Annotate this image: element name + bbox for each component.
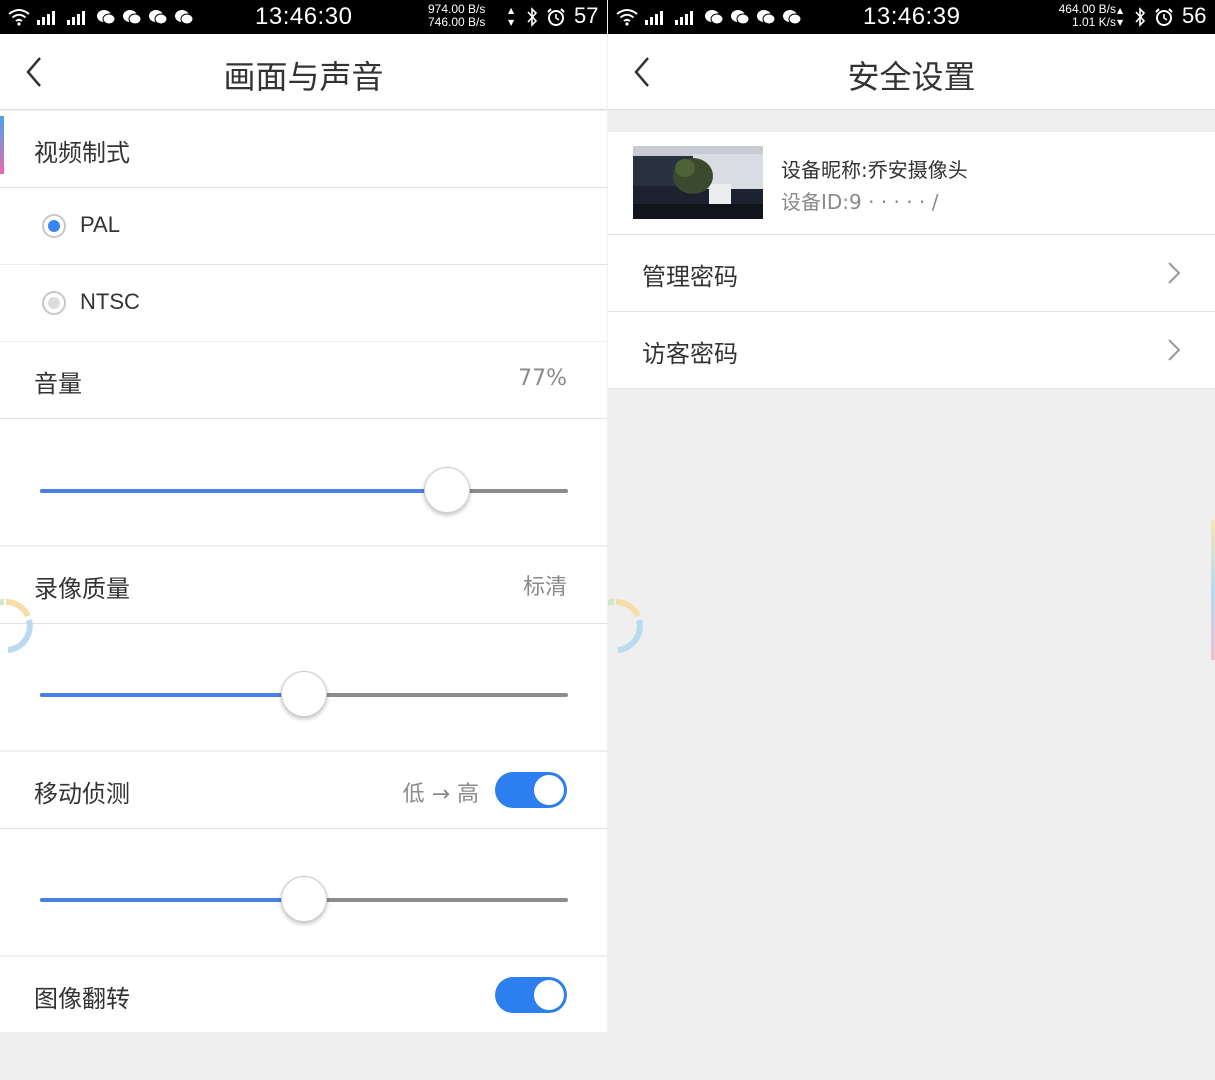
wechat-icon	[149, 10, 168, 25]
slider-thumb[interactable]	[281, 671, 327, 717]
nav-bar: 画面与声音	[0, 34, 607, 110]
motion-detect-row: 移动侦测 低 → 高	[0, 752, 607, 828]
radio-button-unselected[interactable]	[42, 291, 66, 315]
page-title: 画面与声音	[223, 58, 384, 96]
slider-thumb[interactable]	[423, 467, 470, 513]
battery-level: 57	[574, 3, 599, 28]
status-icons	[616, 6, 802, 28]
device-info-card: 设备昵称:乔安摄像头 设备ID:9 · · · · · /	[608, 132, 1215, 234]
volume-slider[interactable]	[40, 467, 568, 513]
slider-fill	[40, 898, 304, 902]
guest-password-label: 访客密码	[642, 340, 738, 368]
wifi-icon	[616, 9, 638, 26]
radio-label-pal: PAL	[80, 212, 120, 237]
network-download: 1.01 K/s	[1071, 15, 1116, 29]
signal-bars-icon	[675, 11, 693, 25]
device-id: 设备ID:9 · · · · · /	[781, 190, 939, 214]
slider-thumb[interactable]	[281, 876, 327, 922]
network-arrows-icon: ▲ ▼	[1117, 6, 1124, 27]
alarm-icon	[1155, 8, 1173, 26]
chevron-right-icon	[1168, 339, 1181, 361]
alarm-icon	[547, 8, 565, 26]
network-speed: 464.00 B/s 1.01 K/s	[1038, 3, 1116, 29]
motion-detect-toggle[interactable]	[495, 772, 567, 808]
wechat-icon	[783, 10, 802, 25]
wechat-icon	[175, 10, 194, 25]
network-speed: 974.00 B/s 746.00 B/s	[428, 3, 485, 29]
volume-row: 音量 77%	[0, 342, 607, 418]
record-quality-slider-row	[0, 624, 607, 750]
volume-value: 77%	[518, 366, 567, 391]
toggle-knob	[534, 775, 564, 805]
edge-accent	[0, 116, 4, 174]
bluetooth-icon	[527, 7, 538, 27]
radio-option-pal[interactable]: PAL	[0, 188, 607, 264]
status-time: 13:46:39	[863, 3, 961, 30]
bluetooth-icon	[1135, 7, 1146, 27]
screen-picture-and-sound: 13:46:30 974.00 B/s 746.00 B/s ▲ ▼ 57 画面与…	[0, 0, 607, 1080]
slider-fill	[40, 489, 447, 493]
status-bar: 13:46:30 974.00 B/s 746.00 B/s ▲ ▼ 57	[0, 0, 607, 34]
wechat-icon	[731, 10, 750, 25]
motion-sensitivity-slider[interactable]	[40, 876, 568, 922]
motion-detect-slider-row	[0, 829, 607, 955]
status-bar: 13:46:39 464.00 B/s 1.01 K/s ▲ ▼ 56	[608, 0, 1215, 34]
wechat-icon	[757, 10, 776, 25]
radio-button-selected[interactable]	[42, 214, 66, 238]
screen-security-settings: 13:46:39 464.00 B/s 1.01 K/s ▲ ▼ 56 安全设置 …	[608, 0, 1215, 1080]
loading-spinner-icon	[608, 598, 643, 653]
signal-bars-icon	[67, 11, 85, 25]
status-icons	[8, 6, 194, 28]
volume-label: 音量	[34, 370, 82, 398]
loading-spinner-icon	[0, 598, 33, 653]
record-quality-slider[interactable]	[40, 671, 568, 717]
network-download: 746.00 B/s	[428, 15, 486, 29]
image-flip-label: 图像翻转	[34, 985, 130, 1013]
image-flip-toggle[interactable]	[495, 977, 567, 1013]
radio-option-ntsc[interactable]: NTSC	[0, 265, 607, 341]
battery-level: 56	[1182, 3, 1207, 28]
wifi-icon	[8, 9, 30, 26]
video-format-label: 视频制式	[34, 139, 130, 167]
motion-detect-range: 低 → 高	[402, 782, 479, 807]
signal-bars-icon	[645, 11, 663, 25]
guest-password-item[interactable]: 访客密码	[608, 312, 1215, 388]
motion-detect-label: 移动侦测	[34, 780, 130, 808]
status-time: 13:46:30	[255, 3, 353, 30]
radio-label-ntsc: NTSC	[80, 289, 140, 314]
section-video-format: 视频制式	[0, 111, 607, 187]
record-quality-label: 录像质量	[34, 575, 130, 603]
page-title: 安全设置	[847, 58, 976, 96]
toggle-knob	[534, 980, 564, 1010]
slider-fill	[40, 693, 304, 697]
wechat-icon	[97, 10, 116, 25]
record-quality-row: 录像质量 标清	[0, 547, 607, 623]
image-flip-row: 图像翻转	[0, 957, 607, 1032]
network-arrows-icon: ▲ ▼	[508, 6, 515, 27]
admin-password-label: 管理密码	[642, 263, 738, 291]
signal-bars-icon	[37, 11, 55, 25]
record-quality-value: 标清	[522, 575, 567, 600]
wechat-icon	[705, 10, 724, 25]
chevron-right-icon	[1168, 262, 1181, 284]
volume-slider-row	[0, 419, 607, 545]
wechat-icon	[123, 10, 142, 25]
divider	[608, 388, 1215, 389]
device-nickname: 设备昵称:乔安摄像头	[781, 158, 968, 182]
edge-accent	[1211, 520, 1215, 660]
admin-password-item[interactable]: 管理密码	[608, 235, 1215, 311]
camera-snapshot-thumbnail	[633, 146, 763, 219]
nav-bar: 安全设置	[608, 34, 1215, 110]
